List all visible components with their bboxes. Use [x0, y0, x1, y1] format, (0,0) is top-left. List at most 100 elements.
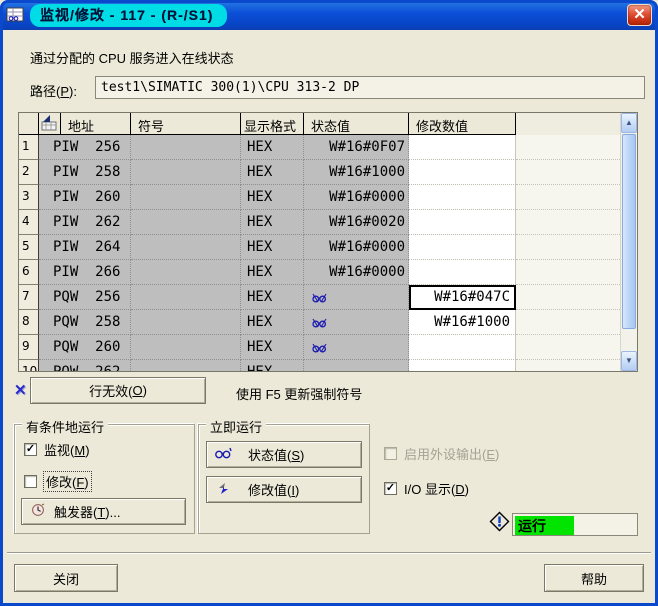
row-number-cell[interactable]: 9: [19, 335, 39, 360]
format-cell[interactable]: HEX: [241, 335, 304, 360]
column-header-status[interactable]: 状态值: [304, 113, 409, 135]
modify-value-cell[interactable]: [409, 335, 516, 360]
table-row[interactable]: 3PIW 260 HEXW#16#0000: [19, 185, 620, 210]
trigger-button[interactable]: 触发器(T)...: [21, 498, 186, 525]
modify-value-cell[interactable]: [409, 160, 516, 185]
table-row[interactable]: 4PIW 262 HEXW#16#0020: [19, 210, 620, 235]
address-cell[interactable]: PIW 260: [39, 185, 131, 210]
column-header-modify[interactable]: 修改数值: [409, 113, 516, 135]
address-cell[interactable]: PIW 264: [39, 235, 131, 260]
column-header-symbol[interactable]: 符号: [131, 113, 241, 135]
symbol-cell[interactable]: [131, 310, 241, 335]
table-body: 1PIW 256HEXW#16#0F072PIW 258HEXW#16#1000…: [19, 135, 620, 371]
modify-checkbox[interactable]: [24, 475, 37, 488]
format-cell[interactable]: HEX: [241, 160, 304, 185]
table-row[interactable]: 2PIW 258 HEXW#16#1000: [19, 160, 620, 185]
status-cell[interactable]: [304, 335, 409, 360]
table-row[interactable]: 5PIW 264 HEXW#16#0000: [19, 235, 620, 260]
monitor-glasses-icon: [312, 291, 327, 307]
status-cell[interactable]: [304, 360, 409, 371]
address-cell[interactable]: PIW 266: [39, 260, 131, 285]
monitor-checkbox[interactable]: ✓: [24, 443, 37, 456]
row-number-cell[interactable]: 4: [19, 210, 39, 235]
symbol-cell[interactable]: [131, 235, 241, 260]
io-display-checkbox[interactable]: ✓: [384, 482, 397, 495]
path-field[interactable]: test1\SIMATIC 300(1)\CPU 313-2 DP: [95, 76, 645, 99]
vertical-scrollbar[interactable]: ▲ ▼: [620, 113, 637, 371]
status-cell[interactable]: [304, 285, 409, 310]
close-dialog-button[interactable]: 关闭: [14, 564, 118, 592]
table-row[interactable]: 8PQW 258 HEX W#16#1000: [19, 310, 620, 335]
symbol-cell[interactable]: [131, 260, 241, 285]
row-number-cell[interactable]: 8: [19, 310, 39, 335]
modify-arrows-icon: [215, 482, 232, 498]
status-cell[interactable]: W#16#1000: [304, 160, 409, 185]
row-number-cell[interactable]: 1: [19, 135, 39, 160]
format-cell[interactable]: HEX: [241, 235, 304, 260]
row-number-cell[interactable]: 7: [19, 285, 39, 310]
symbol-cell[interactable]: [131, 360, 241, 371]
status-cell[interactable]: [304, 310, 409, 335]
modify-value-cell[interactable]: [409, 185, 516, 210]
modify-value-cell[interactable]: [409, 235, 516, 260]
column-header-address[interactable]: 地址: [61, 113, 131, 135]
row-number-cell[interactable]: 5: [19, 235, 39, 260]
address-cell[interactable]: PQW 256: [39, 285, 131, 310]
modify-value-cell[interactable]: [409, 135, 516, 160]
modify-values-button[interactable]: 修改值(I): [206, 476, 362, 503]
table-row[interactable]: 1PIW 256 HEXW#16#0F07: [19, 135, 620, 160]
symbol-cell[interactable]: [131, 185, 241, 210]
group-run-conditionally-title: 有条件地运行: [22, 417, 108, 436]
sort-icon[interactable]: [39, 113, 61, 135]
modify-value-cell[interactable]: [409, 210, 516, 235]
scroll-up-button[interactable]: ▲: [621, 113, 637, 133]
row-number-cell[interactable]: 10: [19, 360, 39, 371]
modify-value-cell[interactable]: W#16#047C: [409, 285, 516, 310]
table-row[interactable]: 7PQW 256 HEX W#16#047C: [19, 285, 620, 310]
table-row[interactable]: 6PIW 266 HEXW#16#0000: [19, 260, 620, 285]
help-button[interactable]: 帮助: [544, 564, 644, 592]
row-number-cell[interactable]: 2: [19, 160, 39, 185]
status-cell[interactable]: W#16#0F07: [304, 135, 409, 160]
symbol-cell[interactable]: [131, 160, 241, 185]
status-cell[interactable]: W#16#0000: [304, 260, 409, 285]
enable-peripheral-outputs-label: 启用外设输出(E): [404, 444, 499, 463]
format-cell[interactable]: HEX: [241, 285, 304, 310]
status-cell[interactable]: W#16#0000: [304, 235, 409, 260]
format-cell[interactable]: HEX: [241, 185, 304, 210]
row-filler-cell: [516, 285, 620, 310]
address-cell[interactable]: PQW 258: [39, 310, 131, 335]
table-row[interactable]: 9PQW 260 HEX: [19, 335, 620, 360]
format-cell[interactable]: HEX: [241, 135, 304, 160]
scroll-down-button[interactable]: ▼: [621, 351, 637, 371]
modify-value-cell[interactable]: [409, 260, 516, 285]
monitor-glasses-icon: [312, 341, 327, 357]
format-cell[interactable]: HEX: [241, 360, 304, 371]
address-cell[interactable]: PIW 256: [39, 135, 131, 160]
modify-value-cell[interactable]: [409, 360, 516, 371]
row-number-cell[interactable]: 3: [19, 185, 39, 210]
address-cell[interactable]: PIW 258: [39, 160, 131, 185]
format-cell[interactable]: HEX: [241, 310, 304, 335]
row-number-cell[interactable]: 6: [19, 260, 39, 285]
symbol-cell[interactable]: [131, 285, 241, 310]
address-cell[interactable]: PIW 262: [39, 210, 131, 235]
close-button[interactable]: ✕: [627, 4, 652, 26]
symbol-cell[interactable]: [131, 210, 241, 235]
address-cell[interactable]: PQW 260: [39, 335, 131, 360]
symbol-cell[interactable]: [131, 135, 241, 160]
format-cell[interactable]: HEX: [241, 260, 304, 285]
trigger-label: 触发器(T)...: [54, 502, 120, 521]
scrollbar-thumb[interactable]: [622, 134, 636, 329]
status-cell[interactable]: W#16#0000: [304, 185, 409, 210]
connection-status-text: 通过分配的 CPU 服务进入在线状态: [30, 48, 234, 67]
row-invalid-button[interactable]: 行无效(O): [30, 377, 206, 404]
status-cell[interactable]: W#16#0020: [304, 210, 409, 235]
table-row[interactable]: 10PQW 262 HEX: [19, 360, 620, 371]
format-cell[interactable]: HEX: [241, 210, 304, 235]
modify-value-cell[interactable]: W#16#1000: [409, 310, 516, 335]
address-cell[interactable]: PQW 262: [39, 360, 131, 371]
status-values-button[interactable]: 状态值(S): [206, 441, 362, 468]
column-header-format[interactable]: 显示格式: [241, 113, 304, 135]
symbol-cell[interactable]: [131, 335, 241, 360]
